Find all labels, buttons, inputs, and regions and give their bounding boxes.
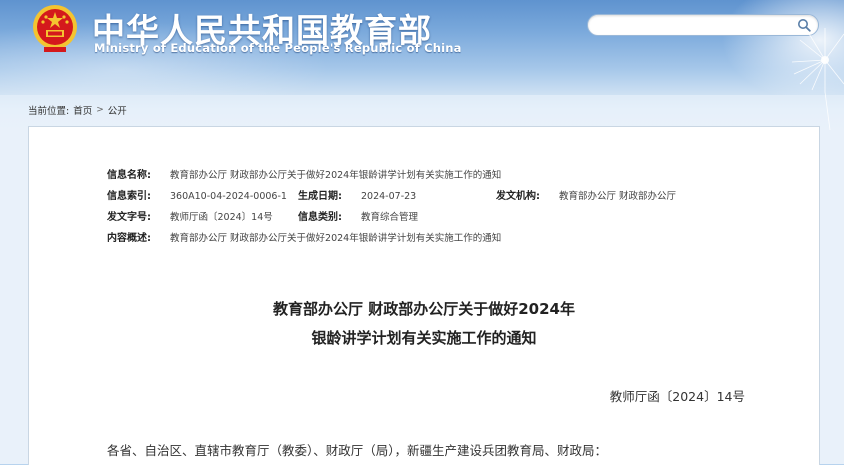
meta-name-value: 教育部办公厅 财政部办公厅关于做好2024年银龄讲学计划有关实施工作的通知 xyxy=(170,170,502,181)
breadcrumb-home-link[interactable]: 首页 xyxy=(73,103,92,117)
breadcrumb: 当前位置: 首页 > 公开 xyxy=(28,103,127,117)
meta-summary-value: 教育部办公厅 财政部办公厅关于做好2024年银龄讲学计划有关实施工作的通知 xyxy=(170,233,502,244)
search-input[interactable] xyxy=(598,17,792,35)
breadcrumb-separator: > xyxy=(96,105,104,115)
site-header: 中华人民共和国教育部 Ministry of Education of the … xyxy=(0,0,844,130)
meta-issuer-label: 发文机构: xyxy=(496,191,540,202)
meta-date-value: 2024-07-23 xyxy=(361,191,417,202)
meta-date-label: 生成日期: xyxy=(298,191,342,202)
breadcrumb-prefix: 当前位置: xyxy=(28,106,70,117)
document-title-line-2: 银龄讲学计划有关实施工作的通知 xyxy=(311,329,537,347)
dandelion-decoration-icon xyxy=(791,28,844,130)
document-title: 教育部办公厅 财政部办公厅关于做好2024年 银龄讲学计划有关实施工作的通知 xyxy=(29,295,819,353)
meta-issuer-value: 教育部办公厅 财政部办公厅 xyxy=(559,191,677,202)
meta-name-label: 信息名称: xyxy=(107,170,151,181)
content-panel: 信息名称: 教育部办公厅 财政部办公厅关于做好2024年银龄讲学计划有关实施工作… xyxy=(28,126,820,465)
document-salutation: 各省、自治区、直辖市教育厅（教委）、财政厅（局），新疆生产建设兵团教育局、财政局… xyxy=(107,443,608,458)
meta-docno-label: 发文字号: xyxy=(107,212,151,223)
meta-index-value: 360A10-04-2024-0006-1 xyxy=(170,191,287,202)
breadcrumb-public-link[interactable]: 公开 xyxy=(108,103,127,117)
meta-category-label: 信息类别: xyxy=(298,212,342,223)
document-title-line-1: 教育部办公厅 财政部办公厅关于做好2024年 xyxy=(273,300,575,318)
document-number: 教师厅函〔2024〕14号 xyxy=(609,389,745,404)
meta-summary-label: 内容概述: xyxy=(107,233,151,244)
meta-index-label: 信息索引: xyxy=(107,191,151,202)
meta-category-value: 教育综合管理 xyxy=(361,212,419,223)
meta-docno-value: 教师厅函〔2024〕14号 xyxy=(170,212,273,223)
site-title-english: Ministry of Education of the People's Re… xyxy=(94,41,462,55)
national-emblem-icon[interactable] xyxy=(30,3,80,55)
